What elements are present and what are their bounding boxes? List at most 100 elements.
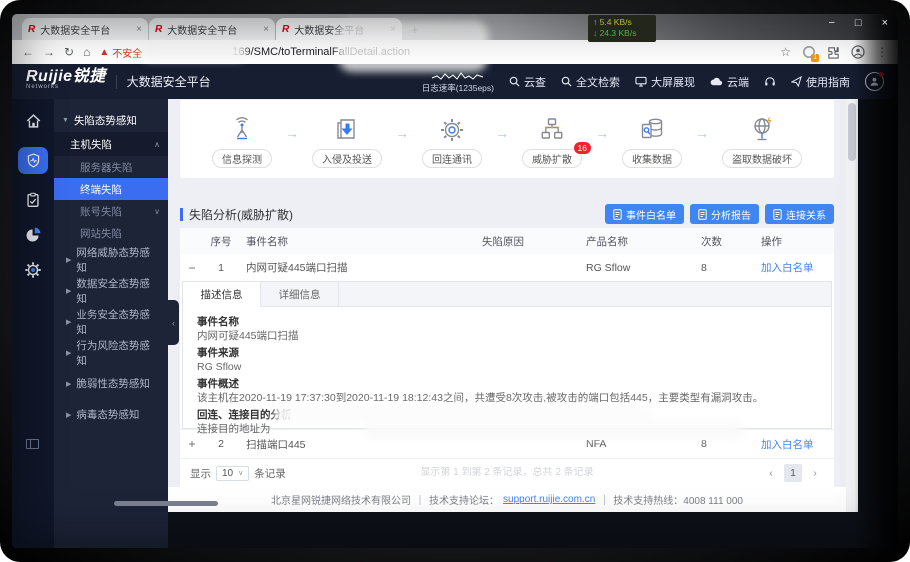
tab-close-icon[interactable]: × — [136, 24, 142, 35]
browser-tab-1[interactable]: R 大数据安全平台 × — [22, 18, 148, 40]
killchain-step-probe[interactable]: 信息探测 — [212, 113, 272, 168]
gear-icon[interactable] — [24, 261, 42, 279]
chevron-right-icon: ▶ — [66, 411, 72, 419]
expand-row-icon[interactable]: + — [180, 437, 204, 451]
collapse-row-icon[interactable]: − — [180, 261, 204, 275]
doc-icon — [698, 208, 707, 220]
field-label: 事件来源 — [197, 347, 239, 359]
current-page-button[interactable]: 1 — [784, 464, 802, 482]
close-button[interactable]: × — [882, 17, 888, 29]
search-icon — [509, 76, 520, 87]
tab-close-icon[interactable]: × — [263, 24, 269, 35]
forward-icon[interactable]: → — [43, 45, 55, 59]
arrow-right-icon: → — [395, 125, 409, 141]
chevron-right-icon: ▶ — [66, 318, 72, 326]
prev-page-button[interactable]: ‹ — [762, 464, 780, 482]
section-title: 失陷分析(威胁扩散) — [189, 207, 293, 222]
connection-relation-button[interactable]: 连接关系 — [765, 204, 834, 224]
killchain-step-collect[interactable]: 收集数据 — [622, 113, 682, 168]
field-label: 事件名称 — [197, 316, 239, 328]
field-value: 内网可疑445端口扫描 — [197, 330, 299, 342]
not-secure-warning[interactable]: ▲ 不安全 — [99, 45, 142, 60]
browser-tab-3-active[interactable]: R 大数据安全平台 × — [276, 18, 402, 40]
sidebar-item-terminal-fall-active[interactable]: 终端失陷 — [54, 178, 168, 200]
chevron-right-icon: ▶ — [66, 287, 72, 295]
sidebar-item-data-security[interactable]: ▶ 数据安全态势感知 — [54, 275, 168, 306]
field-label: 事件概述 — [197, 378, 239, 390]
minimize-button[interactable]: − — [828, 17, 834, 29]
search-icon — [561, 76, 572, 87]
update-icon[interactable]: 1 — [802, 45, 819, 62]
tab-description[interactable]: 描述信息 — [183, 282, 261, 307]
col-name: 事件名称 — [246, 235, 288, 248]
menu-collapse-handle[interactable]: ‹ — [168, 300, 179, 345]
sidebar-item-account-fall[interactable]: 账号失陷 ∨ — [54, 200, 168, 222]
browser-menu-icon[interactable]: ⋮ — [876, 45, 888, 59]
add-whitelist-link[interactable]: 加入白名单 — [753, 260, 834, 275]
sidebar-item-fall-situation[interactable]: ▼ 失陷态势感知 — [54, 108, 168, 132]
monitor-icon — [635, 76, 647, 87]
maximize-button[interactable]: □ — [855, 17, 862, 29]
menu-cloud[interactable]: 云端 — [710, 74, 749, 90]
security-shield-icon-active[interactable] — [18, 147, 48, 174]
page-footer: 北京星网锐捷网络技术有限公司 ｜ 技术支持论坛： support.ruijie.… — [168, 487, 846, 512]
chevron-up-icon: ∧ — [154, 139, 160, 149]
sidebar-item-business-security[interactable]: ▶ 业务安全态势感知 — [54, 306, 168, 337]
new-tab-button[interactable]: + — [411, 22, 419, 40]
section-header: 失陷分析(威胁扩散) 事件白名单 分析报告 连接关系 — [180, 200, 834, 228]
sidebar-item-virus[interactable]: ▶ 病毒态势感知 — [54, 399, 168, 430]
killchain-step-callback[interactable]: 回连通讯 — [422, 113, 482, 168]
next-page-button[interactable]: › — [806, 464, 824, 482]
killchain-step-steal[interactable]: 盗取数据破坏 — [722, 113, 802, 168]
ruijie-favicon-icon: R — [282, 23, 290, 35]
killchain-step-spread[interactable]: 威胁扩散 16 — [522, 113, 591, 168]
tab-details[interactable]: 详细信息 — [261, 282, 339, 306]
support-link[interactable]: support.ruijie.com.cn — [503, 494, 595, 505]
event-count: 8 — [701, 261, 707, 274]
menu-big-screen[interactable]: 大屏展现 — [635, 74, 695, 90]
pie-chart-icon[interactable] — [24, 226, 42, 244]
back-icon[interactable]: ← — [22, 45, 34, 59]
table-row[interactable]: − 1 内网可疑445端口扫描 RG Sflow 8 加入白名单 — [180, 254, 834, 281]
home-icon[interactable] — [24, 112, 43, 130]
profile-icon[interactable] — [851, 45, 865, 59]
event-count: 8 — [701, 438, 707, 450]
browser-tab-2[interactable]: R 大数据安全平台 × — [149, 18, 275, 40]
chevron-down-icon: ∨ — [154, 206, 160, 216]
field-label: 回连、连接目的分析 — [197, 409, 292, 421]
sidebar-item-network-threat[interactable]: ▶ 网络威胁态势感知 — [54, 244, 168, 275]
killchain-step-intrusion[interactable]: 入侵及投送 — [312, 113, 382, 168]
home-icon[interactable]: ⌂ — [83, 45, 90, 59]
user-avatar[interactable] — [865, 72, 884, 91]
col-action: 操作 — [761, 235, 782, 248]
browser-window: R 大数据安全平台 × R 大数据安全平台 × R 大数据安全平台 × + ↑ … — [12, 14, 898, 548]
menu-fulltext-search[interactable]: 全文检索 — [561, 74, 620, 90]
killchain-label: 回连通讯 — [432, 154, 472, 166]
horizontal-scrollbar-thumb[interactable] — [114, 501, 218, 506]
event-whitelist-button[interactable]: 事件白名单 — [605, 204, 684, 224]
page-size-select[interactable]: 10 ∨ — [216, 465, 250, 481]
extensions-puzzle-icon[interactable] — [827, 46, 840, 59]
headset-icon[interactable] — [764, 76, 776, 87]
bookmark-star-icon[interactable]: ☆ — [780, 45, 791, 59]
sidebar-item-server-fall[interactable]: 服务器失陷 — [54, 156, 168, 178]
ruijie-favicon-icon: R — [155, 23, 163, 35]
killchain-label: 入侵及投送 — [322, 154, 372, 166]
sidebar-item-website-fall[interactable]: 网站失陷 — [54, 222, 168, 244]
vertical-scrollbar-thumb[interactable] — [848, 103, 856, 161]
analysis-report-button[interactable]: 分析报告 — [690, 204, 759, 224]
clipboard-icon[interactable] — [24, 191, 42, 209]
sidebar-item-behavior-risk[interactable]: ▶ 行为风险态势感知 — [54, 337, 168, 368]
menu-user-guide[interactable]: 使用指南 — [791, 74, 850, 90]
url-path[interactable]: 169/SMC/toTerminalFallDetail.action — [232, 46, 771, 58]
browser-address-bar: ← → ↻ ⌂ ▲ 不安全 169/SMC/toTerminalFallDeta… — [12, 40, 898, 64]
sidebar-collapse-icon[interactable] — [26, 439, 39, 449]
sidebar-item-vulnerability[interactable]: ▶ 脆弱性态势感知 — [54, 368, 168, 399]
vertical-scrollbar[interactable] — [846, 99, 858, 512]
menu-cloud-search[interactable]: 云查 — [509, 74, 546, 90]
sidebar-icon-rail — [12, 99, 54, 548]
sidebar-item-host-fall[interactable]: 主机失陷 ∧ — [54, 132, 168, 156]
send-icon — [791, 76, 802, 87]
reload-icon[interactable]: ↻ — [64, 45, 74, 59]
tab-close-icon[interactable]: × — [390, 24, 396, 35]
